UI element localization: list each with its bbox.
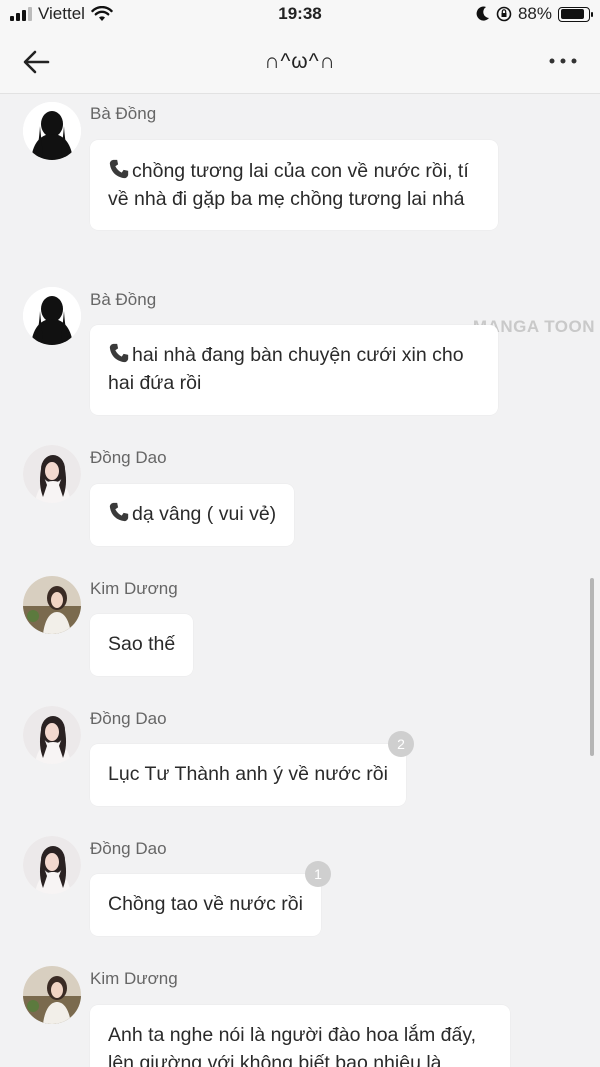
sender-name: Bà Đồng: [90, 290, 157, 309]
scrollbar[interactable]: [590, 578, 594, 756]
message-text: về nhà đi gặp ba mẹ chồng tương lai nhá: [108, 188, 465, 210]
avatar-dong-dao[interactable]: [23, 445, 81, 503]
sender-name: Bà Đồng: [90, 104, 157, 123]
message-text: hai nhà đang bàn chuyện cưới xin cho: [132, 344, 464, 366]
more-options-icon[interactable]: [548, 54, 578, 68]
message-text: Lục Tư Thành anh ý về nước rồi: [108, 763, 388, 785]
message-bubble[interactable]: hai nhà đang bàn chuyện cưới xin cho hai…: [90, 325, 498, 415]
message-text: chồng tương lai của con về nước rồi, tí: [132, 160, 469, 182]
avatar-ba-dong[interactable]: [23, 287, 81, 345]
sender-name: Kim Dương: [90, 969, 178, 988]
chat-title: ∩^ω^∩: [264, 50, 336, 73]
orientation-lock-icon: [496, 6, 512, 22]
message-text: hai đứa rồi: [108, 372, 202, 394]
status-bar: Viettel 19:38 88%: [0, 0, 600, 30]
message-bubble[interactable]: Lục Tư Thành anh ý về nước rồi: [90, 744, 406, 806]
avatar-dong-dao[interactable]: [23, 836, 81, 894]
status-right: 88%: [476, 4, 593, 24]
message-bubble[interactable]: Anh ta nghe nói là người đào hoa lắm đấy…: [90, 1005, 510, 1067]
message-bubble[interactable]: Chồng tao về nước rồi: [90, 874, 321, 936]
unread-count-badge: 2: [388, 731, 414, 757]
avatar-ba-dong[interactable]: [23, 102, 81, 160]
message-text: dạ vâng ( vui vẻ): [132, 503, 277, 525]
message-text: Chồng tao về nước rồi: [108, 893, 303, 915]
phone-icon: [109, 502, 129, 522]
avatar-dong-dao[interactable]: [23, 706, 81, 764]
message-text: lên giường với không biết bao nhiêu là: [108, 1052, 442, 1067]
unread-count-badge: 1: [305, 861, 331, 887]
phone-icon: [109, 159, 129, 179]
sender-name: Kim Dương: [90, 579, 178, 598]
sender-name: Đồng Dao: [90, 448, 167, 467]
message-bubble[interactable]: chồng tương lai của con về nước rồi, tí …: [90, 140, 498, 230]
message-text: Sao thế: [108, 633, 176, 655]
message-bubble[interactable]: Sao thế: [90, 614, 194, 676]
phone-icon: [109, 343, 129, 363]
nav-bar: ∩^ω^∩: [0, 30, 600, 94]
sender-name: Đồng Dao: [90, 709, 167, 728]
avatar-kim-duong[interactable]: [23, 576, 81, 634]
battery-icon: [558, 6, 593, 22]
message-bubble[interactable]: dạ vâng ( vui vẻ): [90, 484, 295, 546]
message-text: Anh ta nghe nói là người đào hoa lắm đấy…: [108, 1024, 477, 1046]
moon-icon: [476, 6, 489, 21]
sender-name: Đồng Dao: [90, 839, 167, 858]
battery-percent: 88%: [517, 4, 552, 23]
avatar-kim-duong[interactable]: [23, 966, 81, 1024]
